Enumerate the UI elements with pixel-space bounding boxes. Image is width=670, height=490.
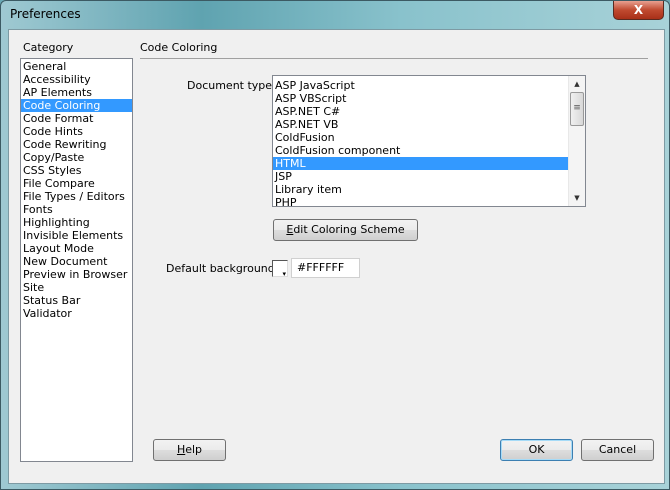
- help-button[interactable]: Help: [153, 439, 226, 461]
- document-type-item[interactable]: ColdFusion: [273, 131, 568, 144]
- category-item[interactable]: Site: [21, 281, 132, 294]
- background-color-input[interactable]: #FFFFFF: [291, 258, 360, 278]
- category-item[interactable]: File Compare: [21, 177, 132, 190]
- accel-key: H: [176, 443, 186, 456]
- document-type-item[interactable]: HTML: [273, 157, 568, 170]
- category-item[interactable]: CSS Styles: [21, 164, 132, 177]
- preferences-window: Preferences X Category General Accessibil…: [0, 0, 670, 490]
- default-background-label: Default background:: [166, 262, 279, 275]
- document-type-item[interactable]: ColdFusion component: [273, 144, 568, 157]
- category-item[interactable]: Layout Mode: [21, 242, 132, 255]
- category-item[interactable]: Code Format: [21, 112, 132, 125]
- category-item[interactable]: Code Rewriting: [21, 138, 132, 151]
- document-type-list[interactable]: ASP JavaScript ASP VBScript ASP.NET C# ASP.…: [272, 75, 586, 207]
- edit-coloring-scheme-button[interactable]: Edit Coloring Scheme: [273, 219, 418, 241]
- category-list[interactable]: General Accessibility AP Elements Code Colo…: [20, 58, 133, 462]
- category-item[interactable]: General: [21, 60, 132, 73]
- panel-title: Code Coloring: [140, 41, 218, 54]
- ok-button[interactable]: OK: [500, 439, 573, 461]
- category-item[interactable]: Status Bar: [21, 294, 132, 307]
- scroll-thumb[interactable]: ≡: [570, 92, 584, 126]
- category-item[interactable]: Invisible Elements: [21, 229, 132, 242]
- category-item[interactable]: New Document: [21, 255, 132, 268]
- dialog-body: Category General Accessibility AP Elements…: [8, 29, 665, 484]
- document-type-item[interactable]: ASP.NET VB: [273, 118, 568, 131]
- category-item[interactable]: Validator: [21, 307, 132, 320]
- button-label: elp: [185, 443, 203, 456]
- close-button[interactable]: X: [613, 1, 664, 20]
- category-item[interactable]: Code Hints: [21, 125, 132, 138]
- document-type-item[interactable]: ASP.NET C#: [273, 105, 568, 118]
- category-item[interactable]: Fonts: [21, 203, 132, 216]
- button-label: dit Coloring Scheme: [293, 223, 405, 236]
- window-title: Preferences: [10, 7, 81, 21]
- category-item[interactable]: Code Coloring: [21, 99, 132, 112]
- category-item[interactable]: Accessibility: [21, 73, 132, 86]
- document-type-item[interactable]: Library item: [273, 183, 568, 196]
- color-picker-button[interactable]: ▾: [272, 260, 288, 278]
- dropdown-arrow-icon: ▾: [282, 270, 286, 278]
- document-type-item[interactable]: PHP: [273, 196, 568, 206]
- category-label: Category: [23, 41, 74, 54]
- cancel-button[interactable]: Cancel: [581, 439, 654, 461]
- document-type-item[interactable]: ASP JavaScript: [273, 79, 568, 92]
- scroll-down-icon[interactable]: ▼: [569, 190, 585, 206]
- document-type-label: Document type:: [187, 79, 276, 92]
- scrollbar[interactable]: ▲ ≡ ▼: [568, 76, 585, 206]
- scroll-up-icon[interactable]: ▲: [569, 76, 585, 92]
- document-type-item[interactable]: JSP: [273, 170, 568, 183]
- category-item[interactable]: File Types / Editors: [21, 190, 132, 203]
- document-type-item[interactable]: ASP VBScript: [273, 92, 568, 105]
- category-item[interactable]: Preview in Browser: [21, 268, 132, 281]
- category-item[interactable]: AP Elements: [21, 86, 132, 99]
- category-item[interactable]: Highlighting: [21, 216, 132, 229]
- title-divider: [140, 58, 648, 59]
- category-item[interactable]: Copy/Paste: [21, 151, 132, 164]
